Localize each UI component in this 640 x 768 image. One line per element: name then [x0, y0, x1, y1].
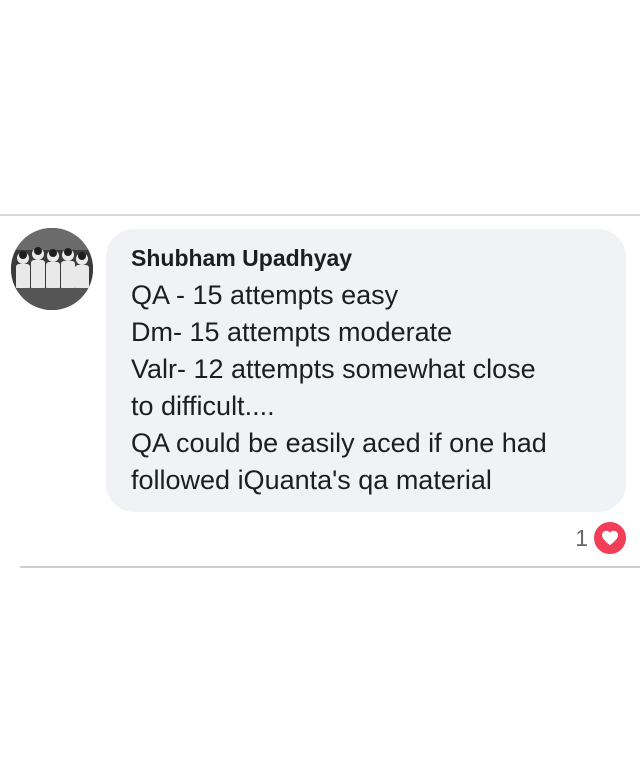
comment-line: Valr- 12 attempts somewhat close [131, 354, 536, 384]
top-divider [0, 214, 640, 216]
reaction-summary[interactable]: 1 [575, 520, 628, 556]
avatar[interactable] [11, 228, 93, 310]
heart-icon [592, 520, 628, 556]
comment-bubble: Shubham Upadhyay QA - 15 attempts easy D… [106, 229, 626, 512]
avatar-photo [11, 228, 93, 310]
comment-line: Dm- 15 attempts moderate [131, 317, 453, 347]
comment-author[interactable]: Shubham Upadhyay [131, 243, 602, 273]
comment-line: to difficult.... [131, 391, 275, 421]
comment-line: QA could be easily aced if one had [131, 428, 547, 458]
comment-line: followed iQuanta's qa material [131, 465, 492, 495]
comment-line: QA - 15 attempts easy [131, 280, 399, 310]
bottom-divider [20, 566, 640, 568]
reaction-count: 1 [575, 524, 588, 551]
